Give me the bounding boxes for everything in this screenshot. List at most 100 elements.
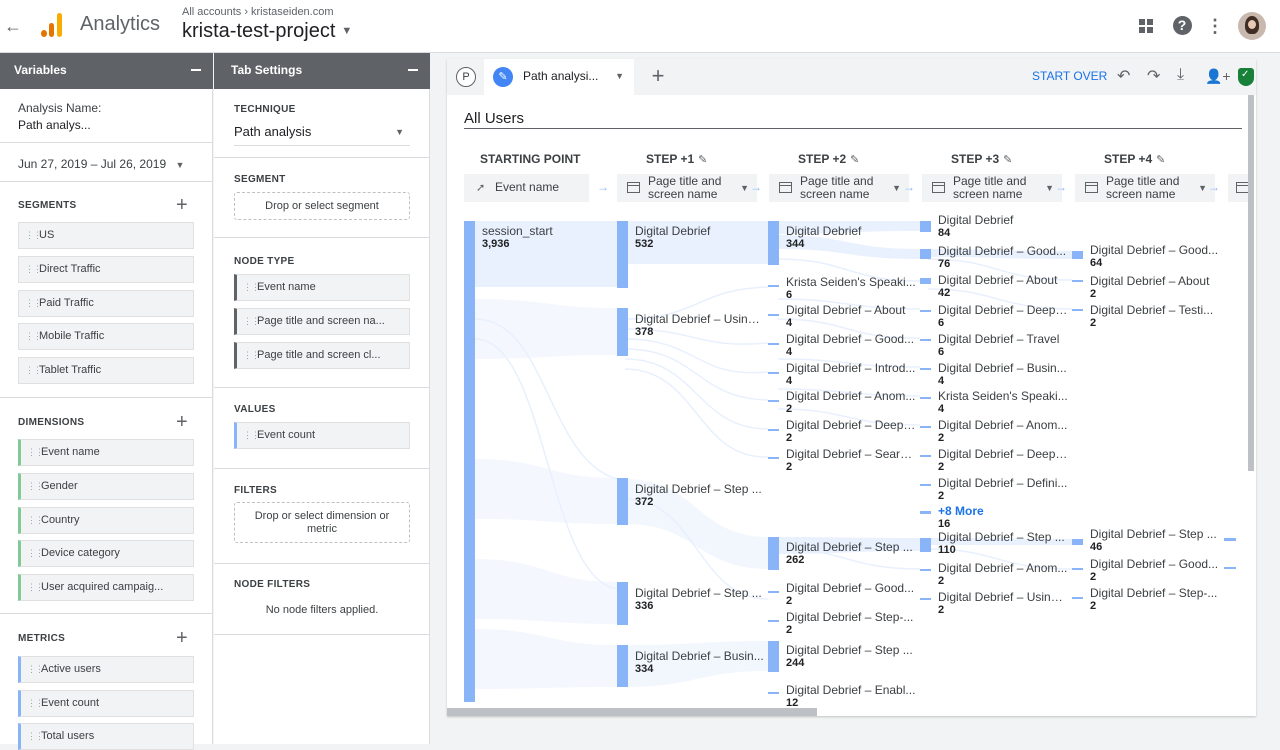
add-metric-icon[interactable]: +	[176, 628, 188, 648]
segment-chip-mobile[interactable]: ⋮⋮ Mobile Traffic	[18, 323, 194, 350]
drag-handle-icon[interactable]: ⋮⋮	[27, 440, 44, 465]
drag-handle-icon[interactable]: ⋮⋮	[243, 275, 260, 300]
drag-handle-icon[interactable]: ⋮⋮	[27, 575, 44, 600]
drag-handle-icon[interactable]: ⋮⋮	[27, 474, 44, 499]
node-label[interactable]: Digital Debrief – Enabl...	[786, 683, 916, 697]
back-arrow-icon[interactable]: ←	[4, 14, 22, 38]
node-bar[interactable]	[920, 249, 931, 259]
node-bar[interactable]	[768, 457, 779, 459]
node-label[interactable]: Digital Debrief – About	[786, 303, 916, 317]
node-bar[interactable]	[920, 598, 931, 600]
breadcrumb-account[interactable]: kristaseiden.com	[251, 6, 334, 18]
node-bar[interactable]	[768, 620, 779, 622]
node-bar[interactable]	[1072, 568, 1083, 570]
node-label[interactable]: Digital Debrief – Busin...	[938, 361, 1068, 375]
node-bar[interactable]	[768, 221, 779, 265]
node-bar-session-start[interactable]	[464, 221, 475, 702]
node-bar[interactable]	[1224, 538, 1236, 541]
drag-handle-icon[interactable]: ⋮⋮	[25, 358, 42, 383]
help-icon[interactable]: ?	[1170, 14, 1194, 38]
node-label[interactable]: Digital Debrief – Defini...	[938, 476, 1068, 490]
node-bar[interactable]	[768, 641, 779, 672]
node-bar[interactable]	[768, 591, 779, 593]
node-bar[interactable]	[617, 221, 628, 288]
node-label[interactable]: Digital Debrief – Testi...	[1090, 303, 1220, 317]
node-label[interactable]: Digital Debrief	[635, 224, 765, 238]
breadcrumb-accounts[interactable]: All accounts	[182, 6, 241, 18]
metric-chip-event-count[interactable]: ⋮⋮ Event count	[18, 690, 194, 717]
filters-dropzone[interactable]: Drop or select dimension or metric	[234, 502, 410, 543]
node-bar[interactable]	[1072, 280, 1083, 282]
drag-handle-icon[interactable]: ⋮⋮	[243, 423, 260, 448]
drag-handle-icon[interactable]: ⋮⋮	[25, 291, 42, 316]
drag-handle-icon[interactable]: ⋮⋮	[27, 691, 44, 716]
node-bar[interactable]	[768, 343, 779, 345]
node-bar[interactable]	[1072, 309, 1083, 311]
analysis-name-field[interactable]: Path analys...	[18, 118, 91, 132]
node-label[interactable]: Digital Debrief – Good...	[786, 581, 916, 595]
node-label[interactable]: Digital Debrief – Good...	[1090, 557, 1220, 571]
node-bar[interactable]	[1072, 251, 1083, 259]
drag-handle-icon[interactable]: ⋮⋮	[243, 309, 260, 334]
node-bar[interactable]	[617, 645, 628, 687]
node-bar[interactable]	[920, 221, 931, 232]
node-label[interactable]: Digital Debrief – Step-...	[1090, 586, 1220, 600]
segment-chip-us[interactable]: ⋮⋮ US	[18, 222, 194, 249]
node-bar[interactable]	[1072, 539, 1083, 545]
segment-chip-tablet[interactable]: ⋮⋮ Tablet Traffic	[18, 357, 194, 384]
node-label[interactable]: Digital Debrief – Searc...	[786, 447, 916, 461]
node-bar[interactable]	[768, 429, 779, 431]
drag-handle-icon[interactable]: ⋮⋮	[25, 257, 42, 282]
node-label[interactable]: Digital Debrief – Step ...	[786, 540, 916, 554]
node-label[interactable]: Digital Debrief – About	[1090, 274, 1220, 288]
node-label[interactable]: Digital Debrief – About	[938, 273, 1068, 287]
property-selector[interactable]: krista-test-project ▼	[182, 20, 352, 43]
node-bar[interactable]	[920, 310, 931, 312]
node-label[interactable]: Digital Debrief – Using ...	[938, 590, 1068, 604]
node-bar[interactable]	[920, 511, 931, 514]
node-bar[interactable]	[920, 426, 931, 428]
node-label[interactable]: Digital Debrief – Step ...	[938, 530, 1068, 544]
node-bar[interactable]	[768, 314, 779, 316]
drag-handle-icon[interactable]: ⋮⋮	[243, 343, 260, 368]
dimension-chip-device[interactable]: ⋮⋮ Device category	[18, 540, 194, 567]
node-label[interactable]: Krista Seiden's Speaki...	[938, 389, 1068, 403]
node-label[interactable]: Digital Debrief – Step ...	[786, 643, 916, 657]
node-label[interactable]: session_start	[482, 224, 612, 238]
node-bar[interactable]	[617, 582, 628, 625]
drag-handle-icon[interactable]: ⋮⋮	[27, 541, 44, 566]
apps-grid-icon[interactable]	[1134, 14, 1158, 38]
minimize-icon[interactable]	[408, 69, 418, 71]
date-range-selector[interactable]: Jun 27, 2019 – Jul 26, 2019 ▼	[18, 157, 184, 171]
node-label[interactable]: Digital Debrief – Deep-...	[938, 303, 1068, 317]
node-label[interactable]: Digital Debrief – Anom...	[938, 561, 1068, 575]
node-label[interactable]: Digital Debrief – Introd...	[786, 361, 916, 375]
more-nodes-link[interactable]: +8 More	[938, 504, 984, 518]
drag-handle-icon[interactable]: ⋮⋮	[25, 223, 42, 248]
node-bar[interactable]	[920, 368, 931, 370]
drag-handle-icon[interactable]: ⋮⋮	[27, 508, 44, 533]
node-bar[interactable]	[920, 538, 931, 552]
avatar[interactable]	[1238, 12, 1266, 40]
node-label[interactable]: Digital Debrief – Step ...	[635, 586, 765, 600]
node-type-page-title-screen-name[interactable]: ⋮⋮ Page title and screen na...	[234, 308, 410, 335]
node-bar[interactable]	[617, 478, 628, 525]
node-bar[interactable]	[1072, 597, 1083, 599]
node-bar[interactable]	[768, 692, 779, 694]
dimension-chip-country[interactable]: ⋮⋮ Country	[18, 507, 194, 534]
dimension-chip-event-name[interactable]: ⋮⋮ Event name	[18, 439, 194, 466]
node-label[interactable]: Digital Debrief	[938, 213, 1068, 227]
node-bar[interactable]	[768, 372, 779, 374]
drag-handle-icon[interactable]: ⋮⋮	[27, 724, 44, 749]
more-vert-icon[interactable]: ⋮	[1203, 14, 1227, 38]
technique-select[interactable]: Path analysis ▼	[234, 124, 410, 146]
node-bar[interactable]	[920, 569, 931, 571]
segment-chip-direct[interactable]: ⋮⋮ Direct Traffic	[18, 256, 194, 283]
add-dimension-icon[interactable]: +	[176, 412, 188, 432]
vertical-scrollbar[interactable]	[1248, 95, 1254, 471]
drag-handle-icon[interactable]: ⋮⋮	[25, 324, 42, 349]
node-bar[interactable]	[617, 308, 628, 356]
breadcrumb[interactable]: All accounts › kristaseiden.com	[182, 6, 334, 18]
node-label[interactable]: Digital Debrief – Good...	[786, 332, 916, 346]
dimension-chip-campaign[interactable]: ⋮⋮ User acquired campaig...	[18, 574, 194, 601]
